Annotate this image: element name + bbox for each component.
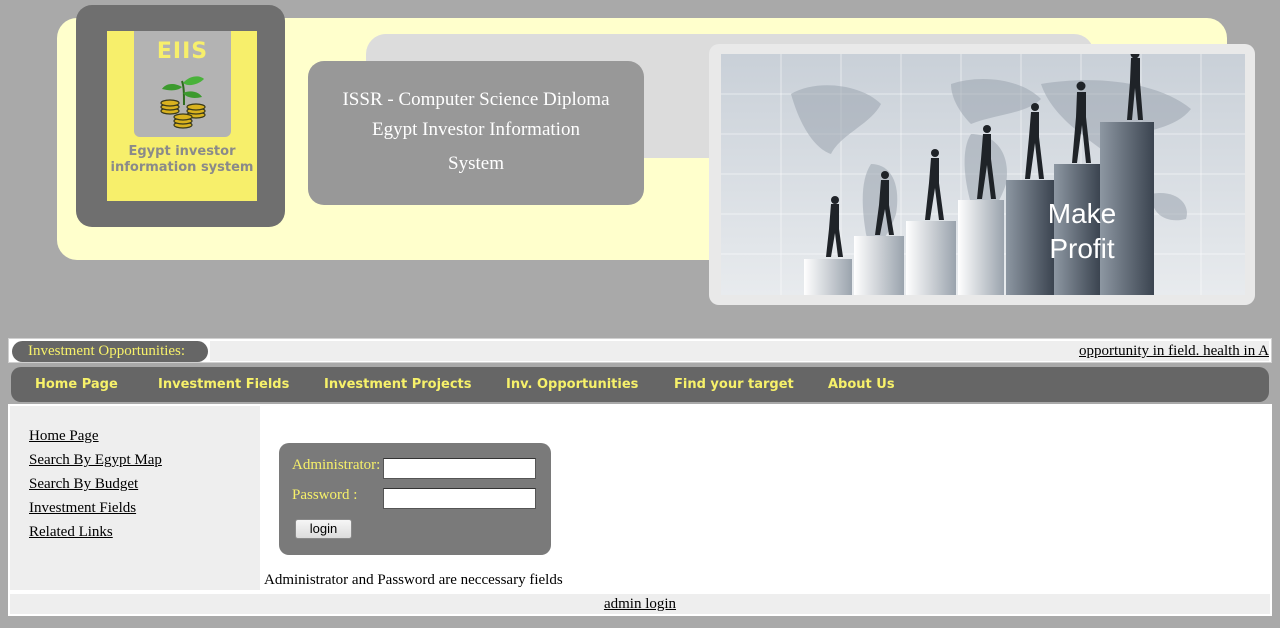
coin-plant-icon [160, 76, 206, 129]
sidebar-link-home-page[interactable]: Home Page [29, 428, 99, 445]
world-map-staircase-image [721, 54, 1245, 295]
sidebar-link-related-links[interactable]: Related Links [29, 524, 113, 541]
administrator-input[interactable] [383, 458, 536, 479]
sidebar-link-investment-fields[interactable]: Investment Fields [29, 500, 136, 517]
nav-home-page[interactable]: Home Page [35, 367, 118, 402]
site-title-panel: ISSR - Computer Science Diploma Egypt In… [308, 61, 644, 205]
footer: admin login [8, 592, 1272, 616]
opportunities-ticker: Investment Opportunities: opportunity in… [8, 338, 1272, 363]
nav-inv-opportunities[interactable]: Inv. Opportunities [506, 367, 638, 402]
logo-abbreviation: EIIS [156, 39, 209, 64]
site-logo: EIIS Egypt investor information system [107, 31, 257, 201]
footer-bar: admin login [10, 594, 1270, 614]
nav-investment-fields[interactable]: Investment Fields [158, 367, 289, 402]
nav-about-us[interactable]: About Us [828, 367, 895, 402]
hero-image [721, 54, 1245, 295]
ticker-label: Investment Opportunities: [12, 341, 208, 362]
site-title-line-3: System [448, 153, 504, 174]
sidebar: Home Page Search By Egypt Map Search By … [10, 406, 260, 590]
main-navigation: Home Page Investment Fields Investment P… [11, 367, 1269, 402]
site-title-line-2: Egypt Investor Information [372, 119, 580, 140]
logo-inner-panel: EIIS [134, 31, 231, 137]
login-button[interactable]: login [295, 519, 352, 539]
ticker-opportunity-link[interactable]: opportunity in field. health in Alex [1079, 343, 1269, 360]
hero-slogan-line-2: Profit [1049, 233, 1115, 264]
password-label: Password : [292, 487, 358, 503]
nav-investment-projects[interactable]: Investment Projects [324, 367, 472, 402]
sidebar-link-search-by-budget[interactable]: Search By Budget [29, 476, 138, 493]
main-content: Home Page Search By Egypt Map Search By … [8, 404, 1272, 592]
hero-slogan: Make Profit [1022, 196, 1142, 266]
required-fields-note: Administrator and Password are neccessar… [264, 572, 563, 588]
nav-find-your-target[interactable]: Find your target [674, 367, 794, 402]
admin-login-link[interactable]: admin login [604, 596, 676, 612]
admin-login-form: Administrator: Password : login [279, 443, 551, 555]
sidebar-link-search-by-egypt-map[interactable]: Search By Egypt Map [29, 452, 162, 469]
password-input[interactable] [383, 488, 536, 509]
ticker-marquee: opportunity in field. health in Alex [210, 341, 1269, 361]
site-title-line-1: ISSR - Computer Science Diploma [342, 89, 610, 110]
hero-slogan-line-1: Make [1047, 198, 1117, 229]
logo-caption: Egypt investor information system [110, 144, 254, 175]
administrator-label: Administrator: [292, 457, 381, 473]
